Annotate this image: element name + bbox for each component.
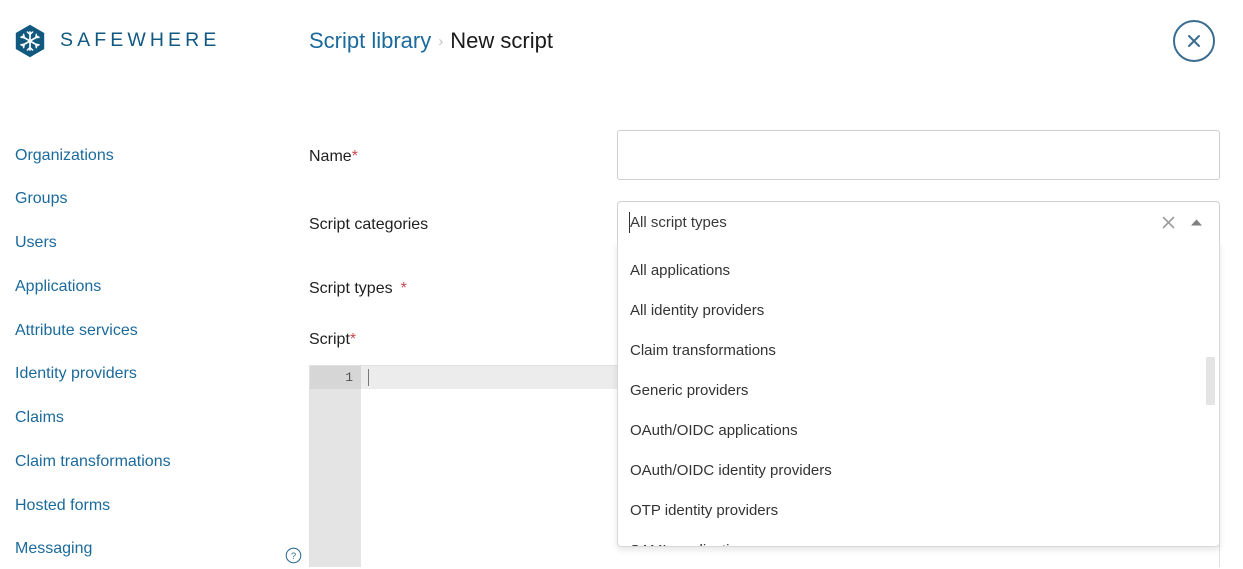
- dropdown-option[interactable]: OTP identity providers: [618, 491, 1219, 531]
- sidebar-item-messaging[interactable]: Messaging: [15, 539, 92, 558]
- breadcrumb-separator-icon: ›: [438, 32, 443, 52]
- script-types-combobox[interactable]: All script types: [617, 201, 1220, 243]
- label-name: Name*: [309, 147, 358, 166]
- required-marker-script-types: *: [401, 280, 407, 297]
- sidebar-navigation: Organizations Groups Users Applications …: [0, 130, 300, 567]
- brand-wordmark: SAFEWHERE: [60, 31, 220, 51]
- text-cursor: [629, 212, 630, 233]
- script-types-combobox-control[interactable]: All script types: [618, 202, 1219, 243]
- sidebar-item-hosted-forms[interactable]: Hosted forms: [15, 496, 110, 515]
- label-script-types-text: Script types: [309, 280, 393, 297]
- breadcrumb-link-script-library[interactable]: Script library: [309, 27, 431, 56]
- dropdown-option[interactable]: Claim transformations: [618, 331, 1219, 371]
- breadcrumb: Script library › New script: [309, 27, 553, 56]
- brand-logo: SAFEWHERE: [14, 24, 220, 58]
- required-marker-script: *: [350, 331, 356, 348]
- dropdown-option[interactable]: All identity providers: [618, 291, 1219, 331]
- svg-text:?: ?: [291, 551, 296, 562]
- sidebar-item-attribute-services[interactable]: Attribute services: [15, 321, 138, 340]
- script-types-option-list: All applications All identity providers …: [618, 243, 1219, 547]
- dropdown-scrollbar-track[interactable]: [1208, 245, 1217, 544]
- sidebar-item-claims[interactable]: Claims: [15, 408, 64, 427]
- label-script-text: Script: [309, 331, 350, 348]
- dropdown-option[interactable]: Generic providers: [618, 371, 1219, 411]
- script-types-selected-value[interactable]: All script types: [630, 215, 1155, 230]
- sidebar-item-users[interactable]: Users: [15, 233, 57, 252]
- clear-selection-icon[interactable]: [1155, 210, 1181, 236]
- help-circle-icon[interactable]: ?: [285, 547, 302, 564]
- close-button[interactable]: [1173, 20, 1215, 62]
- name-input[interactable]: [617, 130, 1220, 180]
- dropdown-option[interactable]: All applications: [618, 251, 1219, 291]
- label-script-categories: Script categories: [309, 215, 428, 234]
- required-marker-name: *: [352, 148, 358, 165]
- label-script-types: Script types *: [309, 279, 407, 298]
- caret-up-icon[interactable]: [1183, 210, 1209, 236]
- label-script-categories-text: Script categories: [309, 216, 428, 233]
- snowflake-hexagon-icon: [14, 24, 46, 58]
- sidebar-item-claim-transformations[interactable]: Claim transformations: [15, 452, 171, 471]
- dropdown-scrollbar-thumb[interactable]: [1206, 357, 1215, 405]
- dropdown-option[interactable]: OAuth/OIDC identity providers: [618, 451, 1219, 491]
- page-title: New script: [450, 27, 553, 56]
- script-types-dropdown-menu[interactable]: All applications All identity providers …: [617, 242, 1220, 547]
- label-script: Script*: [309, 330, 356, 349]
- label-name-text: Name: [309, 148, 352, 165]
- line-number: 1: [310, 366, 361, 389]
- sidebar-item-applications[interactable]: Applications: [15, 277, 101, 296]
- close-icon: [1185, 32, 1203, 50]
- dropdown-option[interactable]: OAuth/OIDC applications: [618, 411, 1219, 451]
- dropdown-option[interactable]: SAML applications: [618, 531, 1219, 547]
- sidebar-item-groups[interactable]: Groups: [15, 189, 67, 208]
- sidebar-item-identity-providers[interactable]: Identity providers: [15, 364, 137, 383]
- page-header: SAFEWHERE Script library › New script: [0, 0, 1243, 82]
- sidebar-item-organizations[interactable]: Organizations: [15, 146, 114, 165]
- code-editor-gutter: 1: [310, 366, 361, 567]
